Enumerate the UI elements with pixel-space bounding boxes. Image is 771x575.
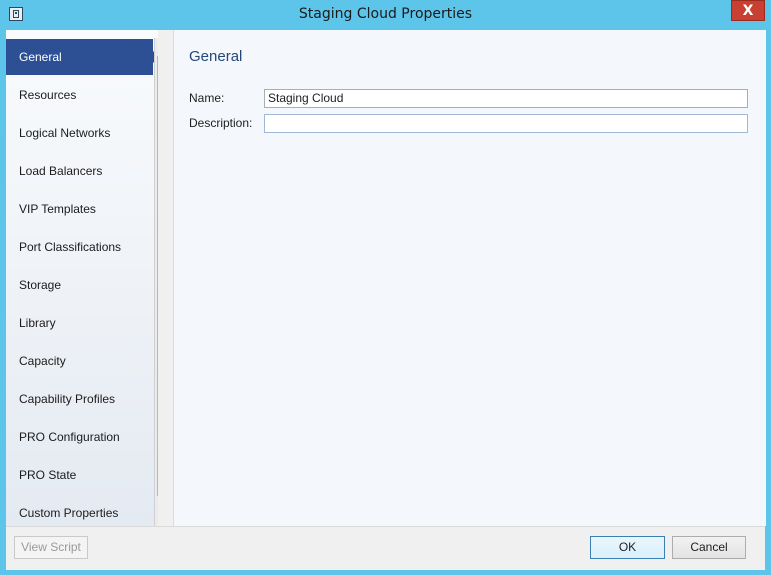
view-script-button[interactable]: View Script — [14, 536, 88, 559]
sidebar-item-general[interactable]: General — [6, 39, 158, 75]
ok-button[interactable]: OK — [590, 536, 665, 559]
sidebar-nav: General Resources Logical Networks Load … — [6, 30, 158, 526]
sidebar-item-port-classifications[interactable]: Port Classifications — [6, 229, 153, 265]
sidebar-item-vip-templates[interactable]: VIP Templates — [6, 191, 153, 227]
sidebar-item-pro-configuration[interactable]: PRO Configuration — [6, 419, 153, 455]
section-title: General — [189, 48, 243, 65]
sidebar-scrollbar[interactable]: ▲ ≡ ▼ — [154, 38, 158, 526]
cancel-button[interactable]: Cancel — [672, 536, 746, 559]
close-button[interactable]: X — [731, 0, 765, 21]
description-label: Description: — [189, 116, 253, 130]
sidebar-item-custom-properties[interactable]: Custom Properties — [6, 495, 153, 526]
description-field[interactable] — [264, 114, 748, 133]
title-bar[interactable]: Staging Cloud Properties X — [0, 0, 771, 30]
dialog-client: General Resources Logical Networks Load … — [6, 30, 766, 570]
name-field[interactable]: Staging Cloud — [264, 89, 748, 108]
general-panel: General Name: Staging Cloud Description: — [173, 30, 766, 526]
scroll-down-icon[interactable]: ▼ — [155, 508, 158, 524]
sidebar-item-resources[interactable]: Resources — [6, 77, 153, 113]
scroll-thumb[interactable]: ≡ — [157, 56, 158, 496]
sidebar-item-capability-profiles[interactable]: Capability Profiles — [6, 381, 153, 417]
sidebar-item-storage[interactable]: Storage — [6, 267, 153, 303]
sidebar-item-library[interactable]: Library — [6, 305, 153, 341]
dialog-footer: View Script OK Cancel — [6, 526, 765, 570]
name-label: Name: — [189, 91, 225, 105]
sidebar-item-pro-state[interactable]: PRO State — [6, 457, 153, 493]
sidebar-item-logical-networks[interactable]: Logical Networks — [6, 115, 153, 151]
sidebar-item-capacity[interactable]: Capacity — [6, 343, 153, 379]
sidebar-item-load-balancers[interactable]: Load Balancers — [6, 153, 153, 189]
window-title: Staging Cloud Properties — [298, 6, 473, 22]
properties-window: Staging Cloud Properties X General Resou… — [0, 0, 771, 575]
scroll-up-icon[interactable]: ▲ — [155, 38, 158, 54]
